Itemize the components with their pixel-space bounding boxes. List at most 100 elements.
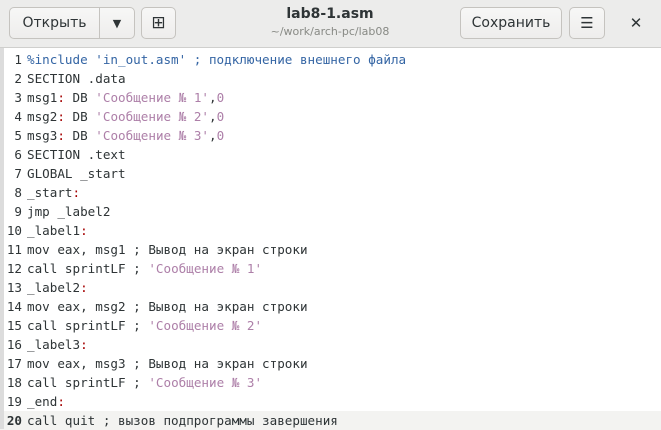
window-title: lab8-1.asm — [286, 6, 374, 22]
code-line[interactable]: 2 SECTION .data — [0, 69, 661, 88]
code-token: msg3 — [27, 128, 58, 143]
code-token: _end — [27, 394, 58, 409]
line-code: mov eax, msg3 ; Вывод на экран строки — [27, 354, 308, 373]
code-token: : — [57, 90, 65, 105]
editor-left-border — [0, 48, 4, 429]
open-button[interactable]: Открыть — [9, 7, 100, 39]
line-number: 15 — [6, 318, 22, 333]
code-token: _start — [27, 185, 73, 200]
line-number: 8 — [14, 185, 22, 200]
code-line[interactable]: 18 call sprintLF ; 'Сообщение № 3' — [0, 373, 661, 392]
code-line[interactable]: 1 %include 'in_out.asm' ; подключение вне… — [0, 50, 661, 69]
line-number: 7 — [14, 166, 22, 181]
code-line[interactable]: 13 _label2: — [0, 278, 661, 297]
line-number: 2 — [14, 71, 22, 86]
chevron-down-icon: ▼ — [112, 16, 122, 30]
code-line[interactable]: 12 call sprintLF ; 'Сообщение № 1' — [0, 259, 661, 278]
code-token: : — [80, 223, 88, 238]
header-bar: Открыть ▼ ⊞ lab8-1.asm ~/work/arch-pc/la… — [0, 0, 661, 48]
line-code: SECTION .text — [27, 145, 126, 164]
hamburger-menu-icon: ☰ — [580, 14, 594, 32]
code-token: 0 — [216, 109, 225, 124]
code-line[interactable]: 14 mov eax, msg2 ; Вывод на экран строки — [0, 297, 661, 316]
code-line[interactable]: 15 call sprintLF ; 'Сообщение № 2' — [0, 316, 661, 335]
code-token: call sprintLF ; — [27, 375, 149, 390]
code-line[interactable]: 19 _end: — [0, 392, 661, 411]
line-code: call quit ; вызов подпрограммы завершени… — [27, 411, 338, 430]
code-token: : — [80, 280, 88, 295]
code-token: , — [209, 109, 217, 124]
line-number: 13 — [6, 280, 22, 295]
line-code: msg1: DB 'Сообщение № 1',0 — [27, 88, 224, 107]
code-line[interactable]: 6 SECTION .text — [0, 145, 661, 164]
code-token: call sprintLF ; — [27, 318, 149, 333]
code-token: 'Сообщение № 1' — [95, 90, 210, 105]
line-number: 11 — [6, 242, 22, 257]
code-token: SECTION .data — [27, 71, 126, 86]
code-token: msg2 — [27, 109, 58, 124]
code-token: call quit ; вызов подпрограммы завершени… — [27, 413, 338, 428]
line-number: 5 — [14, 128, 22, 143]
code-token: %include 'in_out.asm' ; подключение внеш… — [27, 52, 407, 67]
line-code: call sprintLF ; 'Сообщение № 1' — [27, 259, 262, 278]
code-token: call sprintLF ; — [27, 261, 149, 276]
code-token: 0 — [216, 90, 225, 105]
code-line[interactable]: 8 _start: — [0, 183, 661, 202]
line-code: _label3: — [27, 335, 88, 354]
code-token: jmp _label2 — [27, 204, 111, 219]
window-title-area: lab8-1.asm ~/work/arch-pc/lab08 — [230, 5, 430, 39]
line-code: %include 'in_out.asm' ; подключение внеш… — [27, 50, 406, 69]
code-line[interactable]: 17 mov eax, msg3 ; Вывод на экран строки — [0, 354, 661, 373]
code-token: mov eax, msg1 ; Вывод на экран строки — [27, 242, 308, 257]
code-token: 'Сообщение № 2' — [148, 318, 263, 333]
line-code: mov eax, msg1 ; Вывод на экран строки — [27, 240, 308, 259]
code-line[interactable]: 11 mov eax, msg1 ; Вывод на экран строки — [0, 240, 661, 259]
code-token: _label2 — [27, 280, 81, 295]
line-number: 20 — [6, 413, 22, 428]
line-number: 12 — [6, 261, 22, 276]
code-line[interactable]: 9 jmp _label2 — [0, 202, 661, 221]
line-number: 1 — [14, 52, 22, 67]
line-number: 14 — [6, 299, 22, 314]
new-tab-button[interactable]: ⊞ — [141, 7, 176, 39]
code-token: mov eax, msg2 ; Вывод на экран строки — [27, 299, 308, 314]
line-code: _end: — [27, 392, 65, 411]
code-line[interactable]: 4 msg2: DB 'Сообщение № 2',0 — [0, 107, 661, 126]
code-token: SECTION .text — [27, 147, 126, 162]
code-token: DB — [64, 128, 96, 143]
code-line[interactable]: 10 _label1: — [0, 221, 661, 240]
code-token: msg1 — [27, 90, 58, 105]
open-dropdown-button[interactable]: ▼ — [99, 7, 135, 39]
code-line[interactable]: 20 call quit ; вызов подпрограммы заверше… — [0, 411, 661, 430]
code-token: _label1 — [27, 223, 81, 238]
gedit-window: Открыть ▼ ⊞ lab8-1.asm ~/work/arch-pc/la… — [0, 0, 661, 430]
line-number: 9 — [14, 204, 22, 219]
code-line[interactable]: 3 msg1: DB 'Сообщение № 1',0 — [0, 88, 661, 107]
code-line[interactable]: 7 GLOBAL _start — [0, 164, 661, 183]
hamburger-menu-button[interactable]: ☰ — [569, 7, 605, 39]
code-token: , — [209, 90, 217, 105]
code-token: 0 — [216, 128, 225, 143]
code-token: : — [57, 109, 65, 124]
code-token: 'Сообщение № 3' — [148, 375, 263, 390]
line-code: _start: — [27, 183, 80, 202]
line-number: 16 — [6, 337, 22, 352]
code-token: : — [57, 128, 65, 143]
save-button-label: Сохранить — [471, 15, 551, 31]
code-token: GLOBAL _start — [27, 166, 126, 181]
save-button[interactable]: Сохранить — [460, 7, 562, 39]
line-code: call sprintLF ; 'Сообщение № 2' — [27, 316, 262, 335]
close-button[interactable]: ✕ — [619, 7, 653, 39]
text-editor-area[interactable]: 1 %include 'in_out.asm' ; подключение вне… — [0, 48, 661, 430]
code-token: 'Сообщение № 2' — [95, 109, 210, 124]
line-number: 3 — [14, 90, 22, 105]
code-token: : — [72, 185, 81, 200]
code-line[interactable]: 16 _label3: — [0, 335, 661, 354]
line-number: 6 — [14, 147, 22, 162]
line-code: msg2: DB 'Сообщение № 2',0 — [27, 107, 224, 126]
line-number: 4 — [14, 109, 22, 124]
code-line[interactable]: 5 msg3: DB 'Сообщение № 3',0 — [0, 126, 661, 145]
line-code: GLOBAL _start — [27, 164, 126, 183]
new-tab-icon: ⊞ — [151, 13, 166, 33]
code-token: _label3 — [27, 337, 81, 352]
